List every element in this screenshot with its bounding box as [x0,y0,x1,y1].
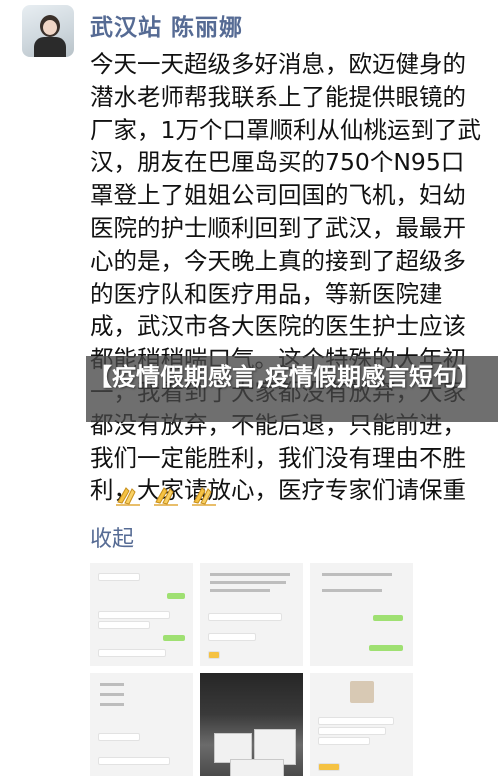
chat-screenshot-thumbnail[interactable] [310,563,413,666]
chat-bubble [373,615,403,621]
chat-bubble [369,645,403,651]
avatar-body [34,37,66,57]
emoji-bubble [208,651,220,659]
text-line [322,573,392,576]
chat-bubble [318,727,386,735]
chat-bubble [167,593,185,599]
chat-screenshot-thumbnail[interactable] [310,673,413,776]
text-line [210,581,286,584]
chat-bubble [98,573,140,581]
text-line [210,573,290,576]
chat-bubble [98,757,170,765]
chat-screenshot-thumbnail[interactable] [90,563,193,666]
text-line [100,703,124,706]
chat-screenshot-thumbnail[interactable] [200,563,303,666]
chat-bubble [98,649,166,657]
clap-icon [154,487,178,506]
photo-thumbnail[interactable] [200,673,303,776]
moment-post: 武汉站 陈丽娜 今天一天超级多好消息，欧迈健身的潜水老师帮我联系上了能提供眼镜的… [0,0,500,783]
clap-icon [116,487,140,506]
avatar-face [43,20,57,35]
clap-emoji-row [114,482,218,508]
chat-bubble [208,633,256,641]
chat-bubble [163,635,185,641]
image-message [350,681,374,703]
chat-bubble [98,611,170,619]
clap-icon [192,487,216,506]
emoji-bubble [318,763,340,771]
image-grid [90,563,413,783]
chat-bubble [208,613,282,621]
author-name[interactable]: 武汉站 陈丽娜 [90,8,243,42]
text-line [100,683,124,686]
overlay-title: 【疫情假期感言,疫情假期感言短句】 [88,363,482,391]
chat-bubble [318,717,394,725]
collapse-link[interactable]: 收起 [90,521,134,553]
avatar[interactable] [22,5,74,57]
text-line [100,693,124,696]
post-content: 今天一天超级多好消息，欧迈健身的潜水老师帮我联系上了能提供眼镜的厂家，1万个口罩… [90,50,481,505]
text-line [210,589,270,592]
chat-screenshot-thumbnail[interactable] [90,673,193,776]
text-line [322,589,382,592]
supply-box [230,759,284,776]
chat-bubble [98,621,150,629]
chat-bubble [98,733,140,741]
chat-bubble [318,737,370,745]
